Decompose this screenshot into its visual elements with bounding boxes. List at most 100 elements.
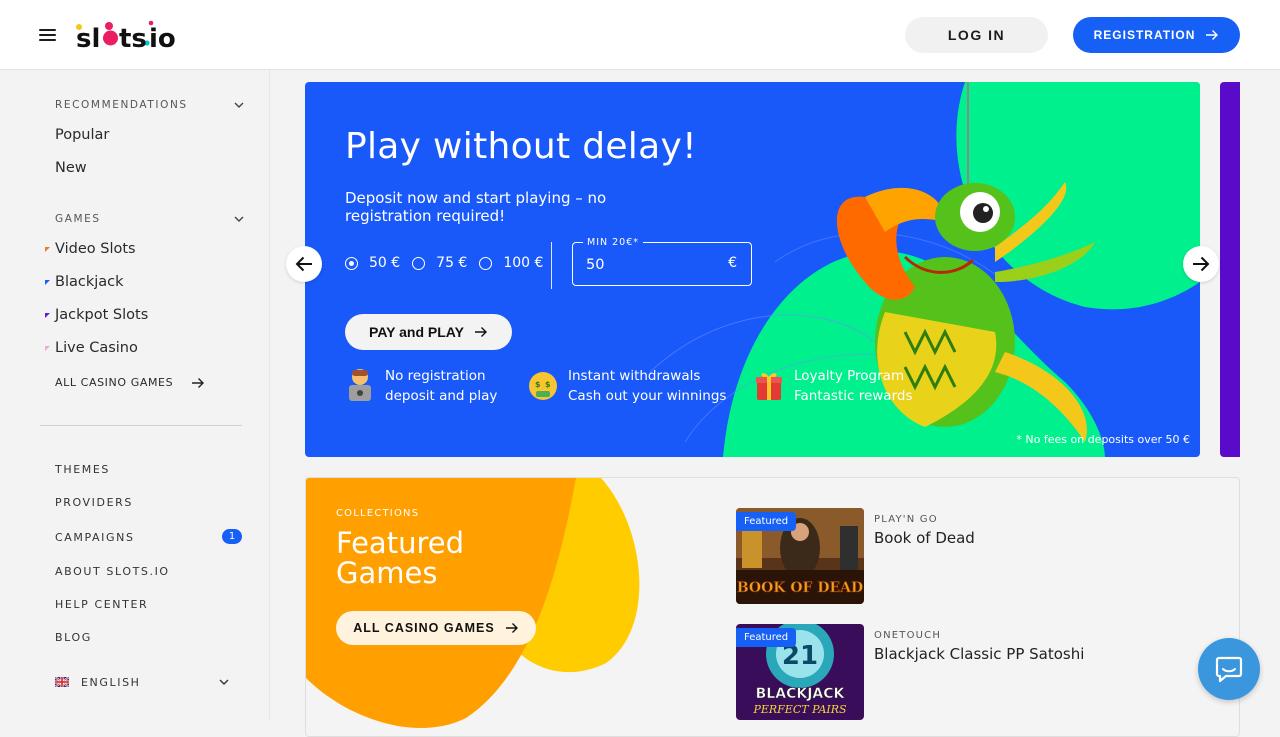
game-provider: PLAY'N GO: [874, 514, 938, 525]
svg-text:$: $: [535, 380, 541, 389]
all-casino-games-button[interactable]: ALL CASINO GAMES: [336, 611, 536, 645]
radio-selected-icon: [345, 256, 358, 270]
arrow-right-icon: [192, 377, 204, 388]
radio-icon: [479, 256, 493, 270]
chat-support-button[interactable]: [1198, 638, 1260, 700]
sidebar-divider: [40, 425, 242, 426]
site-logo[interactable]: sl ts io: [75, 18, 183, 52]
sidebar-item-popular[interactable]: Popular: [55, 127, 109, 143]
deposit-amount-field: MIN 20€* €: [572, 237, 752, 286]
registration-label: REGISTRATION: [1093, 28, 1196, 42]
carousel-next-button[interactable]: [1183, 246, 1219, 282]
banner-subtitle: Deposit now and start playing – no regis…: [345, 189, 607, 225]
feature-no-registration: No registration deposit and play: [345, 366, 497, 406]
all-casino-games-link[interactable]: ALL CASINO GAMES: [55, 376, 205, 389]
sidebar-item-about[interactable]: ABOUT SLOTS.IO: [55, 565, 170, 578]
feature-loyalty-program: Loyalty Program Fantastic rewards: [754, 366, 913, 406]
gift-icon: [756, 373, 782, 400]
live-casino-marker-icon: [45, 346, 50, 351]
banner-title: Play without delay!: [345, 126, 697, 167]
chevron-down-icon: [234, 102, 244, 108]
feature-line-1: Instant withdrawals: [568, 368, 701, 384]
blackjack-marker-icon: [45, 280, 50, 285]
svg-text:$: $: [545, 380, 551, 389]
feature-line-2: Cash out your winnings: [568, 388, 727, 404]
top-header: sl ts io LOG IN REGISTRATION: [0, 0, 1280, 70]
recommendations-title: RECOMMENDATIONS: [55, 99, 188, 111]
sidebar-item-video-slots[interactable]: Video Slots: [45, 241, 136, 257]
sidebar-item-new[interactable]: New: [55, 160, 87, 176]
game-thumbnail: Featured 21 BLACKJACK PERFECT PAIRS: [736, 624, 864, 720]
deposit-amount-options: 50 € 75 € 100 €: [345, 255, 555, 271]
banner-fine-print: * No fees on deposits over 50 €: [1016, 433, 1190, 446]
registration-button[interactable]: REGISTRATION: [1073, 17, 1240, 53]
currency-symbol: €: [728, 255, 737, 271]
svg-text:io: io: [149, 24, 176, 52]
sidebar-item-jackpot-slots[interactable]: Jackpot Slots: [45, 307, 149, 323]
sidebar-item-live-casino[interactable]: Live Casino: [45, 340, 138, 356]
game-title: Book of Dead: [874, 529, 975, 547]
sidebar-item-help-center[interactable]: HELP CENTER: [55, 598, 148, 611]
featured-games-collection: COLLECTIONS Featured Games ALL CASINO GA…: [305, 477, 1240, 737]
feature-line-1: No registration: [385, 368, 486, 384]
chevron-down-icon: [219, 679, 229, 685]
collection-eyebrow: COLLECTIONS: [336, 508, 420, 519]
svg-text:sl: sl: [76, 24, 100, 52]
carousel-prev-button[interactable]: [286, 246, 322, 282]
video-slots-marker-icon: [45, 247, 50, 252]
sidebar-item-providers[interactable]: PROVIDERS: [55, 496, 133, 509]
jackpot-slots-label: Jackpot Slots: [55, 307, 149, 323]
amount-option-label: 50 €: [369, 255, 401, 271]
game-thumbnail: Featured BOOK OF DEAD: [736, 508, 864, 604]
svg-text:PERFECT PAIRS: PERFECT PAIRS: [752, 703, 847, 716]
arrow-left-icon: [295, 256, 312, 272]
amount-option-label: 100 €: [503, 255, 544, 271]
chat-bubble-icon: [1215, 656, 1243, 683]
menu-icon[interactable]: [38, 27, 58, 43]
game-card-blackjack-classic[interactable]: Featured 21 BLACKJACK PERFECT PAIRS ONET…: [736, 624, 1084, 720]
amount-option-75[interactable]: 75 €: [412, 255, 467, 271]
feature-instant-withdrawals: $ $ Instant withdrawals Cash out your wi…: [528, 366, 726, 406]
featured-badge: Featured: [736, 512, 797, 531]
amount-divider: [551, 242, 552, 289]
money-face-icon: $ $: [529, 372, 557, 400]
jackpot-slots-marker-icon: [45, 313, 50, 318]
sidebar-item-themes[interactable]: THEMES: [55, 463, 110, 476]
svg-text:ts: ts: [119, 24, 147, 52]
game-provider: ONETOUCH: [874, 630, 942, 641]
language-selector[interactable]: ENGLISH: [55, 674, 230, 690]
arrow-right-icon: [1206, 30, 1219, 40]
game-card-book-of-dead[interactable]: Featured BOOK OF DEAD PLAY'N GO Book of …: [736, 508, 975, 604]
feature-line-2: deposit and play: [385, 388, 498, 404]
next-banner-preview[interactable]: [1220, 82, 1240, 457]
sidebar-item-blackjack[interactable]: Blackjack: [45, 274, 124, 290]
recommendations-section-toggle[interactable]: RECOMMENDATIONS: [55, 97, 245, 113]
pay-and-play-button[interactable]: PAY and PLAY: [345, 314, 512, 350]
all-casino-games-label: ALL CASINO GAMES: [353, 621, 495, 635]
all-casino-games-label: ALL CASINO GAMES: [55, 376, 174, 389]
amount-option-100[interactable]: 100 €: [479, 255, 543, 271]
promo-banner: Play without delay! Deposit now and star…: [305, 82, 1200, 457]
live-casino-label: Live Casino: [55, 340, 138, 356]
game-title: Blackjack Classic PP Satoshi: [874, 645, 1085, 663]
sidebar-item-blog[interactable]: BLOG: [55, 631, 92, 644]
feature-line-2: Fantastic rewards: [794, 388, 913, 404]
anonymous-person-icon: [349, 369, 371, 401]
sidebar-item-campaigns[interactable]: CAMPAIGNS: [55, 531, 135, 544]
deposit-amount-input[interactable]: [586, 254, 706, 276]
arrow-right-icon: [505, 623, 518, 633]
campaigns-count-badge: 1: [222, 529, 242, 544]
svg-text:BLACKJACK: BLACKJACK: [756, 686, 846, 702]
svg-text:BOOK OF DEAD: BOOK OF DEAD: [737, 580, 863, 596]
deposit-amount-label: MIN 20€*: [583, 237, 644, 248]
sidebar: RECOMMENDATIONS Popular New GAMES Video …: [0, 70, 270, 720]
amount-option-50[interactable]: 50 €: [345, 255, 400, 271]
arrow-right-icon: [474, 327, 487, 337]
collection-title: Featured Games: [336, 526, 464, 590]
pay-and-play-label: PAY and PLAY: [369, 324, 464, 340]
login-button[interactable]: LOG IN: [905, 17, 1048, 53]
video-slots-label: Video Slots: [55, 241, 136, 257]
amount-option-label: 75 €: [436, 255, 468, 271]
games-section-toggle[interactable]: GAMES: [55, 211, 245, 227]
feature-line-1: Loyalty Program: [794, 368, 905, 384]
